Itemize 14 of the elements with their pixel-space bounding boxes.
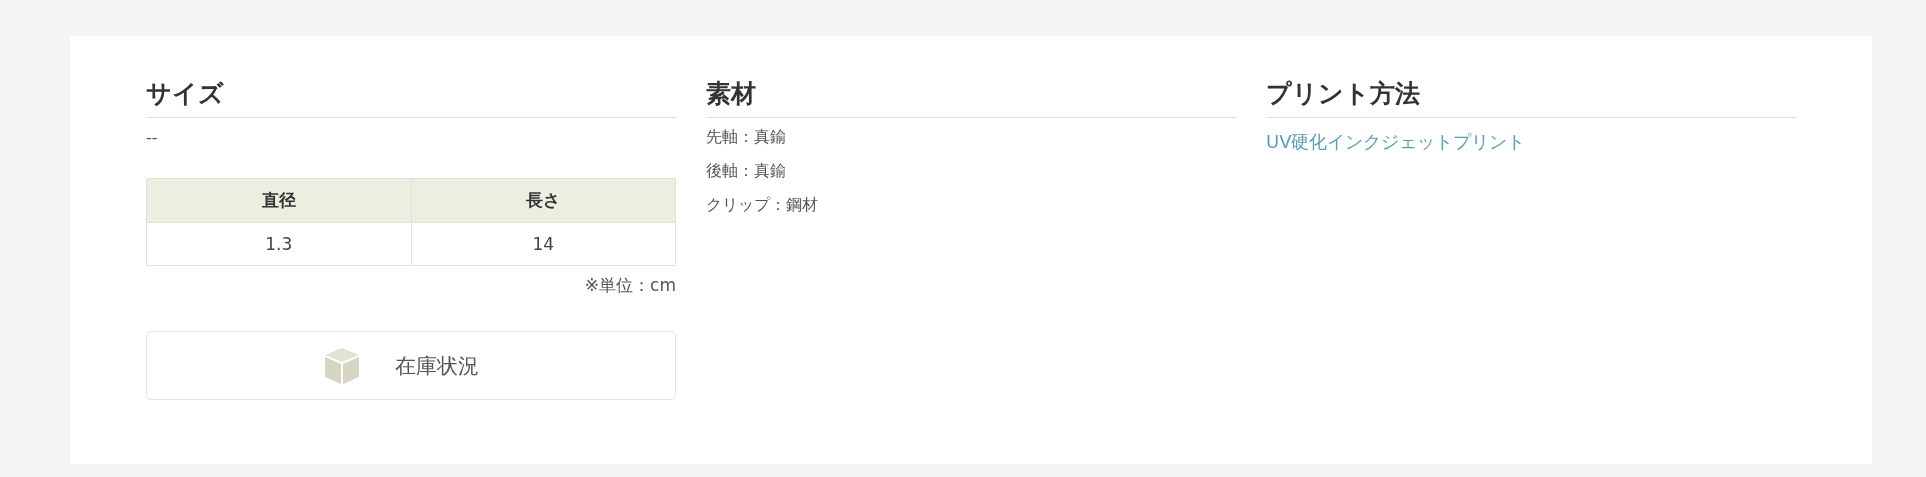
stock-button[interactable]: 在庫状況 — [146, 331, 676, 400]
table-header: 長さ — [411, 178, 676, 223]
table-header: 直径 — [146, 178, 411, 223]
unit-note: ※単位：cm — [584, 274, 676, 297]
size-value: -- — [146, 128, 159, 149]
section-title: プリント方法 — [1266, 74, 1796, 118]
section-title: 素材 — [706, 74, 1236, 118]
table-cell: 14 — [411, 222, 676, 266]
table-cell: 1.3 — [146, 222, 411, 266]
material-line: クリップ：鋼材 — [706, 194, 819, 216]
material-line: 先軸：真鍮 — [706, 126, 787, 148]
material-line: 後軸：真鍮 — [706, 160, 787, 182]
section-title: サイズ — [146, 74, 676, 118]
box-icon — [323, 346, 361, 385]
